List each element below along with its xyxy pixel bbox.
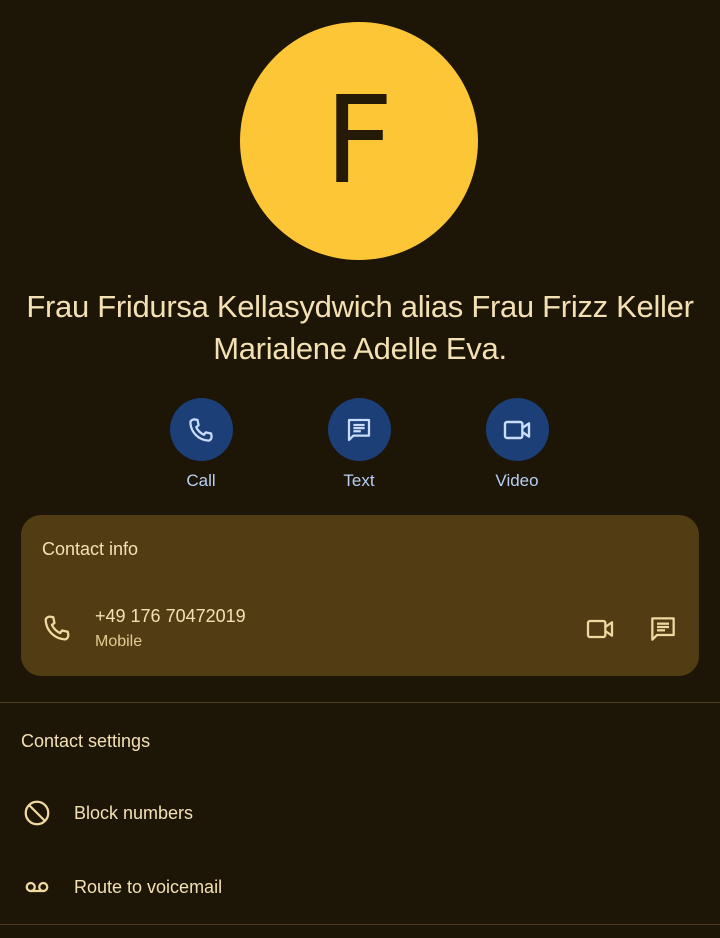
- contact-settings-title: Contact settings: [21, 731, 151, 751]
- avatar: F: [240, 22, 478, 260]
- video-call-icon[interactable]: [583, 613, 617, 645]
- divider: [0, 924, 720, 925]
- quick-actions: Call Text Video: [0, 398, 720, 498]
- call-button-circle[interactable]: [169, 398, 233, 461]
- contact-name-line-2: Marialene Adelle Eva.: [213, 331, 507, 366]
- video-button[interactable]: Video: [467, 398, 567, 491]
- block-numbers-label: Block numbers: [74, 803, 194, 823]
- contact-name-line-1: Frau Fridursa Kellasydwich alias Frau Fr…: [26, 289, 694, 324]
- text-button[interactable]: Text: [309, 398, 409, 491]
- video-button-circle[interactable]: [485, 398, 549, 461]
- phone-icon: [189, 417, 213, 442]
- route-to-voicemail-row[interactable]: Route to voicemail: [0, 858, 720, 918]
- message-icon: [347, 418, 371, 441]
- contact-info-title: Contact info: [42, 539, 139, 559]
- text-button-circle[interactable]: [327, 398, 391, 461]
- phone-type: Mobile: [95, 633, 143, 650]
- text-label: Text: [343, 471, 375, 490]
- call-label: Call: [186, 471, 216, 490]
- call-button[interactable]: Call: [151, 398, 251, 491]
- contact-name: Frau Fridursa Kellasydwich alias Frau Fr…: [10, 286, 710, 370]
- video-label: Video: [495, 471, 539, 490]
- divider: [0, 702, 720, 703]
- video-icon: [503, 420, 531, 439]
- route-to-voicemail-label: Route to voicemail: [74, 877, 223, 897]
- message-icon[interactable]: [647, 613, 679, 645]
- contact-details-screen: F Frau Fridursa Kellasydwich alias Frau …: [0, 0, 720, 938]
- contact-info-card: Contact info +49 176 70472019 Mobile: [21, 515, 699, 676]
- block-icon: [24, 800, 50, 826]
- avatar-initial: F: [324, 72, 394, 211]
- phone-number[interactable]: +49 176 70472019: [95, 606, 246, 627]
- voicemail-icon: [25, 881, 49, 893]
- block-numbers-row[interactable]: Block numbers: [0, 784, 720, 844]
- phone-icon: [44, 615, 70, 641]
